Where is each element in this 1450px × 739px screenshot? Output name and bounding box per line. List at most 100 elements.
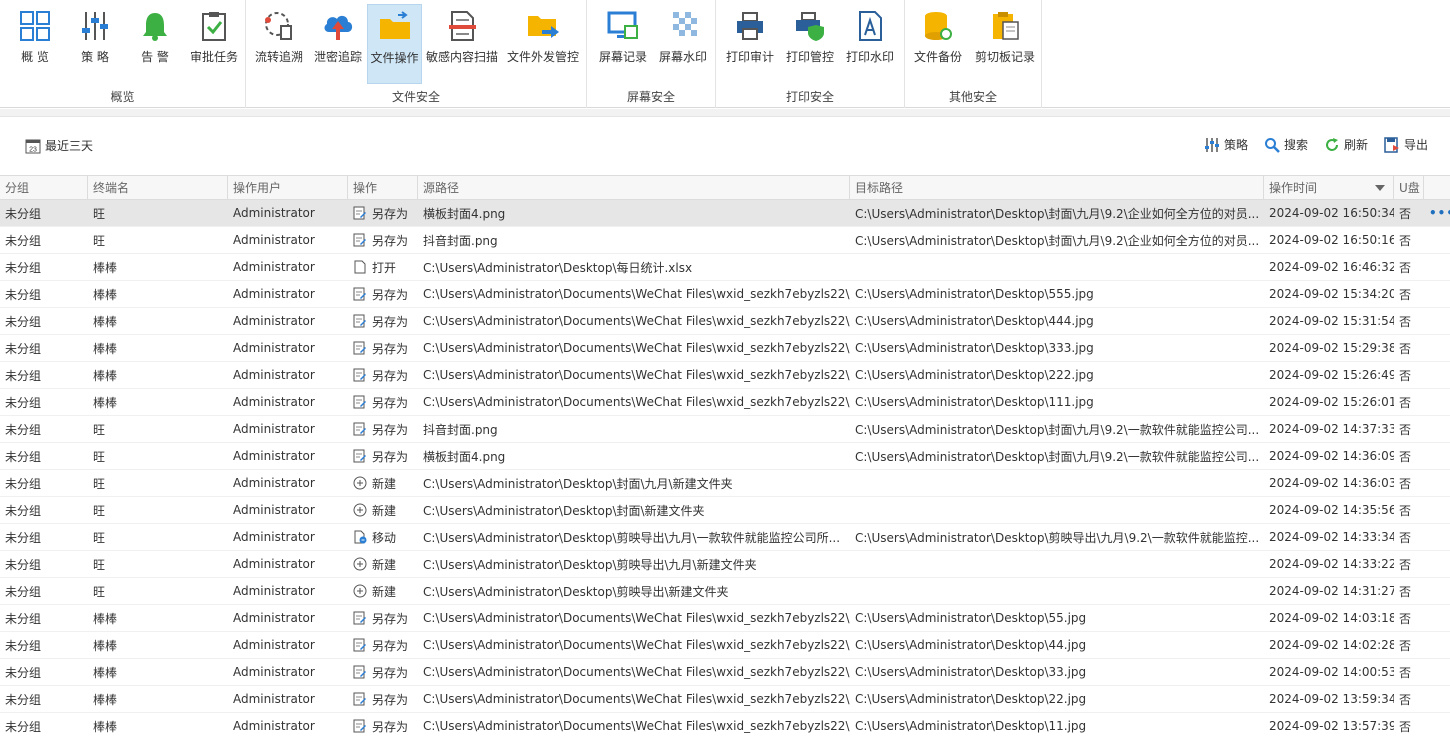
- table-row[interactable]: 未分组 棒棒 Administrator 另存为 C:\Users\Administra…: [0, 308, 1450, 335]
- table-row[interactable]: 未分组 旺 Administrator 另存为 抖音封面.png C:\Users\Adm…: [0, 227, 1450, 254]
- table-row[interactable]: 未分组 棒棒 Administrator 另存为 C:\Users\Administra…: [0, 605, 1450, 632]
- cell-usb: 否: [1399, 395, 1412, 410]
- screen-record-button[interactable]: 屏幕记录: [595, 4, 651, 84]
- table-row[interactable]: 未分组 棒棒 Administrator 另存为 C:\Users\Administra…: [0, 659, 1450, 686]
- table-row[interactable]: 未分组 旺 Administrator 新建 C:\Users\Administrato…: [0, 551, 1450, 578]
- date-range-selector[interactable]: 23 最近三天: [25, 137, 93, 154]
- cell-operation: 另存为: [348, 416, 418, 442]
- table-row[interactable]: 未分组 旺 Administrator 另存为 抖音封面.png C:\Users\Adm…: [0, 416, 1450, 443]
- group-label-print-security: 打印安全: [785, 90, 834, 104]
- cell-operation: 另存为: [348, 713, 418, 739]
- column-header-usb[interactable]: U盘: [1394, 176, 1424, 199]
- approval-task-button[interactable]: 审批任务: [186, 4, 242, 84]
- cell-target-path: [850, 254, 1264, 280]
- sliders-icon: [75, 6, 115, 46]
- column-header-source-path[interactable]: 源路径: [418, 176, 850, 199]
- table-row[interactable]: 未分组 旺 Administrator 移动 C:\Users\Administrato…: [0, 524, 1450, 551]
- column-header-target-path[interactable]: 目标路径: [850, 176, 1264, 199]
- cell-user: Administrator: [233, 368, 315, 382]
- column-header-operation[interactable]: 操作: [348, 176, 418, 199]
- save-as-icon: [353, 692, 366, 706]
- cell-time: 2024-09-02 15:26:49: [1269, 368, 1394, 382]
- cell-terminal: 旺: [93, 206, 106, 221]
- table-row[interactable]: 未分组 棒棒 Administrator 另存为 C:\Users\Administra…: [0, 686, 1450, 713]
- cell-usb: 否: [1399, 476, 1412, 491]
- cell-user: Administrator: [233, 719, 315, 733]
- table-row[interactable]: 未分组 棒棒 Administrator 另存为 C:\Users\Administra…: [0, 362, 1450, 389]
- operation-label: 另存为: [372, 611, 409, 626]
- sensitive-scan-button[interactable]: 敏感内容扫描: [424, 4, 500, 84]
- screen-watermark-button[interactable]: 屏幕水印: [655, 4, 711, 84]
- table-row[interactable]: 未分组 棒棒 Administrator 另存为 C:\Users\Administra…: [0, 281, 1450, 308]
- operation-label: 另存为: [372, 206, 409, 221]
- cell-usb: 否: [1399, 503, 1412, 518]
- operation-label: 新建: [372, 557, 397, 572]
- row-more-icon[interactable]: •••: [1424, 200, 1450, 226]
- column-header-time[interactable]: 操作时间: [1264, 176, 1394, 199]
- cell-usb: 否: [1399, 584, 1412, 599]
- table-row[interactable]: 未分组 旺 Administrator 另存为 横板封面4.png C:\Users\Ad…: [0, 200, 1450, 227]
- table-row[interactable]: 未分组 旺 Administrator 新建 C:\Users\Administrato…: [0, 497, 1450, 524]
- strategy-filter-label: 策略: [1223, 138, 1248, 152]
- refresh-label: 刷新: [1343, 138, 1368, 152]
- cell-group: 未分组: [5, 557, 42, 572]
- table-row[interactable]: 未分组 旺 Administrator 新建 C:\Users\Administrato…: [0, 470, 1450, 497]
- cell-usb: 否: [1399, 611, 1412, 626]
- table-row[interactable]: 未分组 旺 Administrator 新建 C:\Users\Administrato…: [0, 578, 1450, 605]
- cell-source-path: C:\Users\Administrator\Documents\WeChat …: [423, 287, 850, 301]
- cell-source-path: C:\Users\Administrator\Desktop\每日统计.xlsx: [423, 260, 693, 275]
- cell-user: Administrator: [233, 692, 315, 706]
- operation-label: 新建: [372, 476, 397, 491]
- new-icon: [353, 584, 367, 598]
- table-row[interactable]: 未分组 棒棒 Administrator 另存为 C:\Users\Administra…: [0, 713, 1450, 739]
- column-header-group[interactable]: 分组: [0, 176, 88, 199]
- file-outbound-button[interactable]: 文件外发管控: [504, 4, 582, 84]
- ribbon-divider: [0, 109, 1450, 117]
- print-audit-button[interactable]: 打印审计: [722, 4, 778, 84]
- cell-user: Administrator: [233, 341, 315, 355]
- cell-target-path: C:\Users\Administrator\Desktop\444.jpg: [855, 314, 1094, 328]
- column-header-time-label: 操作时间: [1269, 181, 1318, 195]
- cell-usb: 否: [1399, 260, 1412, 275]
- clipboard-record-button[interactable]: 剪切板记录: [971, 4, 1039, 84]
- leak-trace-button[interactable]: 泄密追踪: [310, 4, 366, 84]
- table-row[interactable]: 未分组 棒棒 Administrator 打开 C:\Users\Administrat…: [0, 254, 1450, 281]
- cell-operation: 另存为: [348, 632, 418, 658]
- cell-source-path: C:\Users\Administrator\Documents\WeChat …: [423, 368, 850, 382]
- cell-user: Administrator: [233, 503, 315, 517]
- file-operation-button[interactable]: 文件操作: [367, 4, 422, 84]
- strategy-filter-button[interactable]: 策略: [1204, 136, 1248, 153]
- flow-trace-button[interactable]: 流转追溯: [251, 4, 307, 84]
- print-control-button[interactable]: 打印管控: [782, 4, 838, 84]
- table-row[interactable]: 未分组 棒棒 Administrator 另存为 C:\Users\Administra…: [0, 335, 1450, 362]
- cell-usb: 否: [1399, 341, 1412, 356]
- new-icon: [353, 503, 367, 517]
- operation-label: 另存为: [372, 638, 409, 653]
- operation-label: 另存为: [372, 395, 409, 410]
- save-as-icon: [353, 368, 366, 382]
- print-watermark-button[interactable]: 打印水印: [842, 4, 898, 84]
- cell-target-path: C:\Users\Administrator\Desktop\封面\九月\9.2…: [855, 449, 1260, 464]
- export-button[interactable]: 导出: [1384, 136, 1428, 153]
- table-row[interactable]: 未分组 棒棒 Administrator 另存为 C:\Users\Administra…: [0, 389, 1450, 416]
- move-icon: [354, 530, 367, 544]
- strategy-button[interactable]: 策 略: [70, 4, 120, 84]
- cell-target-path: C:\Users\Administrator\Desktop\555.jpg: [855, 287, 1094, 301]
- operation-label: 新建: [372, 584, 397, 599]
- table-row[interactable]: 未分组 棒棒 Administrator 另存为 C:\Users\Administra…: [0, 632, 1450, 659]
- cell-group: 未分组: [5, 260, 42, 275]
- cell-time: 2024-09-02 14:00:53: [1269, 665, 1394, 679]
- table-row[interactable]: 未分组 旺 Administrator 另存为 横板封面4.png C:\Users\Ad…: [0, 443, 1450, 470]
- cell-user: Administrator: [233, 260, 315, 274]
- group-label-other-security: 其他安全: [948, 90, 997, 104]
- column-header-terminal[interactable]: 终端名: [88, 176, 228, 199]
- overview-button[interactable]: 概 览: [10, 4, 60, 84]
- operation-label: 另存为: [372, 314, 409, 329]
- operation-label: 打开: [372, 260, 397, 275]
- alert-button[interactable]: 告 警: [130, 4, 180, 84]
- search-button[interactable]: 搜索: [1264, 136, 1308, 153]
- refresh-button[interactable]: 刷新: [1324, 136, 1368, 153]
- cell-time: 2024-09-02 14:02:28: [1269, 638, 1394, 652]
- column-header-user[interactable]: 操作用户: [228, 176, 348, 199]
- file-backup-button[interactable]: 文件备份: [909, 4, 967, 84]
